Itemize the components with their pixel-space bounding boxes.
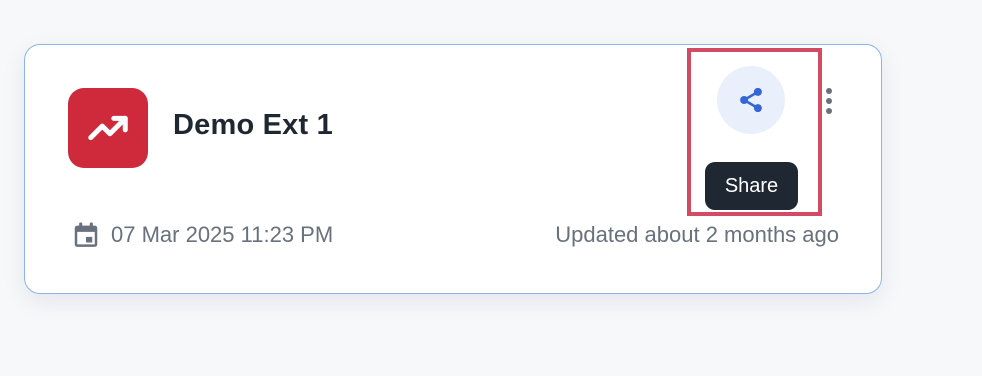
share-icon — [740, 87, 762, 113]
more-vertical-icon — [826, 88, 832, 94]
extension-app-icon — [68, 88, 148, 168]
more-menu-button[interactable] — [818, 81, 840, 121]
calendar-icon — [74, 222, 98, 247]
updated-time: Updated about 2 months ago — [555, 222, 839, 247]
share-button[interactable] — [717, 66, 785, 134]
trending-up-icon — [88, 115, 128, 141]
created-date-text: 07 Mar 2025 11:23 PM — [111, 222, 334, 247]
extension-title: Demo Ext 1 — [173, 109, 333, 141]
share-tooltip: Share — [705, 162, 798, 210]
extension-card[interactable]: Demo Ext 1 Share 07 Mar 2025 11:23 PM Up… — [24, 44, 882, 294]
created-date: 07 Mar 2025 11:23 PM — [71, 219, 333, 251]
